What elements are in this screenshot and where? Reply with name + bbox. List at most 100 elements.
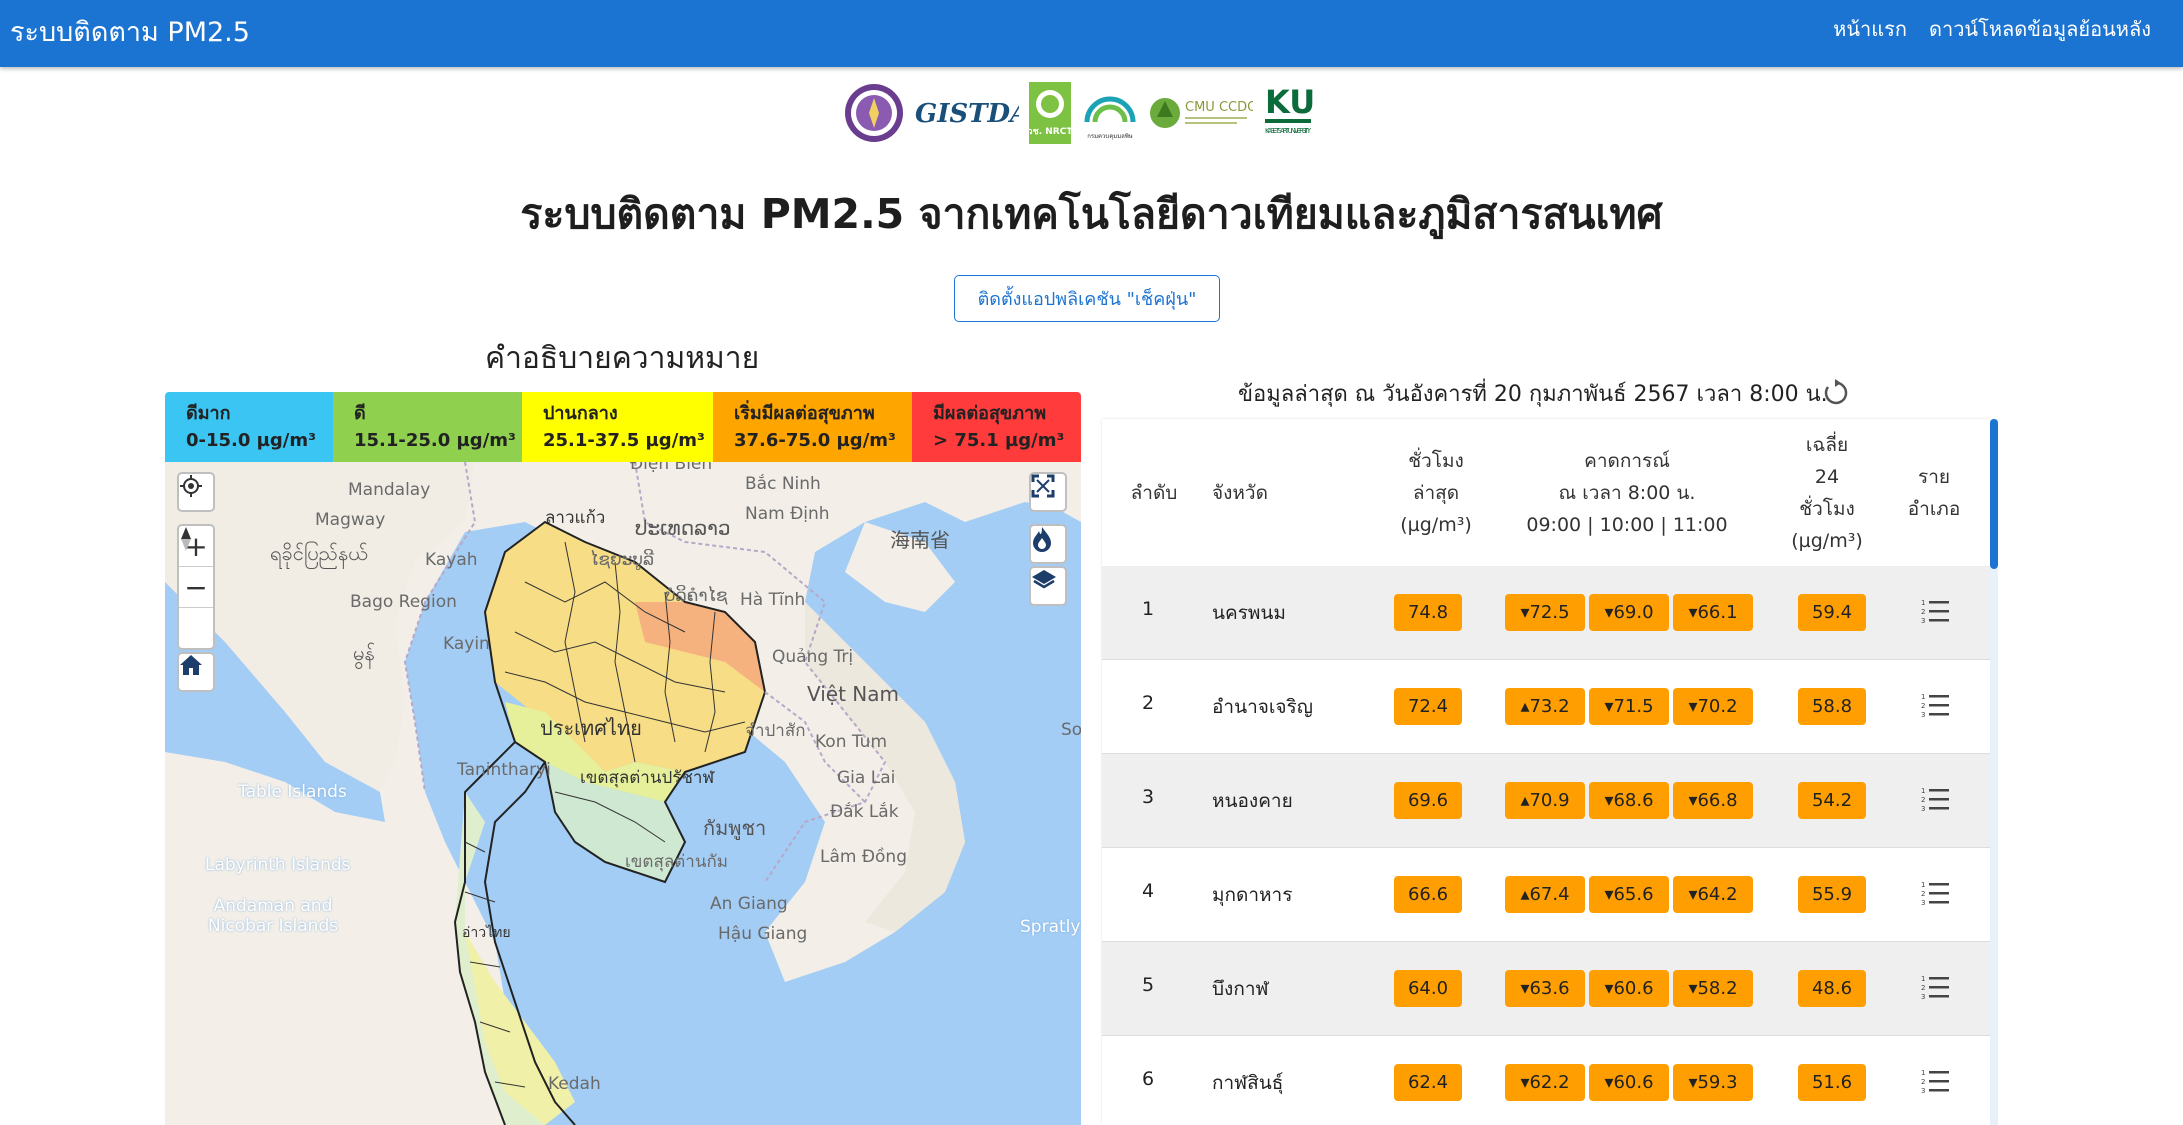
map-label-nam-dinh: Nam Định: [745, 504, 830, 524]
brand-title[interactable]: ระบบติดตาม PM2.5: [10, 10, 250, 53]
row-province[interactable]: บึงกาฬ: [1212, 974, 1269, 1004]
fire-icon: [1033, 527, 1051, 552]
map-label-kedah: Kedah: [548, 1074, 601, 1094]
nav-home-link[interactable]: หน้าแรก: [1833, 13, 1907, 45]
svg-text:1: 1: [1921, 1069, 1925, 1077]
install-app-button[interactable]: ติดตั้งแอปพลิเคชัน "เช็คฝุ่น": [954, 275, 1220, 322]
header-district-line2: อำเภอ: [1907, 498, 1961, 520]
header-district: ราย อำเภอ: [1902, 461, 1966, 525]
map-label-sultanate-a: เขตสุลต่านปรัชาฬ: [580, 768, 715, 788]
table-row[interactable]: 4 มุกดาหาร 66.6 ▴67.4 ▾65.6 ▾64.2 55.9 1 2 3: [1102, 848, 1990, 942]
svg-text:2: 2: [1921, 890, 1925, 898]
page-title: ระบบติดตาม PM2.5 จากเทคโนโลยีดาวเทียมและ…: [520, 190, 1663, 238]
svg-text:2: 2: [1921, 796, 1925, 804]
table-row[interactable]: 5 บึงกาฬ 64.0 ▾63.6 ▾60.6 ▾58.2 48.6 1 2 3: [1102, 942, 1990, 1036]
nav-download-link[interactable]: ดาวน์โหลดข้อมูลย้อนหลัง: [1929, 13, 2151, 45]
district-list-icon[interactable]: 123: [1921, 974, 1951, 1000]
map-label-hau-giang: Hậu Giang: [718, 924, 808, 944]
svg-text:1: 1: [1921, 693, 1925, 701]
layers-icon: [1032, 570, 1056, 589]
district-list-icon[interactable]: 123: [1921, 1068, 1951, 1094]
header-hourly: ชั่วโมง ล่าสุด (µg/m³): [1384, 445, 1488, 541]
map-label-cambodia: กัมพูชา: [703, 816, 767, 840]
hotspot-button[interactable]: [1029, 524, 1067, 564]
table-header: ลำดับ จังหวัด ชั่วโมง ล่าสุด (µg/m³) คาด…: [1102, 419, 1990, 567]
map-label-xaignabouli: ໄຊຍະບູລີ: [590, 550, 655, 570]
legend-starting-health-effect: เริ่มมีผลต่อสุขภาพ 37.6-75.0 µg/m³: [713, 392, 912, 462]
map-label-dien-bien: Điện Biên: [630, 462, 713, 474]
row-province[interactable]: หนองคาย: [1212, 786, 1293, 816]
legend-label: ปานกลาง: [543, 403, 618, 424]
legend-range: 37.6-75.0 µg/m³: [734, 430, 896, 451]
svg-text:3: 3: [1921, 1087, 1925, 1094]
district-list-icon[interactable]: 123: [1921, 598, 1951, 624]
locate-button[interactable]: [177, 472, 215, 512]
legend-title: คำอธิบายความหมาย: [485, 341, 760, 376]
table-row[interactable]: 1 นครพนม 74.8 ▾72.5 ▾69.0 ▾66.1 59.4 1 2 3: [1102, 566, 1990, 660]
compass-button[interactable]: [179, 527, 213, 648]
forecast-0900-badge: ▾62.2: [1505, 1064, 1585, 1101]
svg-text:3: 3: [1921, 617, 1925, 624]
district-list-icon[interactable]: 123: [1921, 786, 1951, 812]
layers-button[interactable]: [1029, 566, 1067, 606]
forecast-1100-badge: ▾58.2: [1673, 970, 1753, 1007]
pm25-map[interactable]: Mandalay Magway ရခိုင်ပြည်နယ် Bago Regio…: [165, 462, 1081, 1125]
legend-range: 25.1-37.5 µg/m³: [543, 430, 705, 451]
partner-logos: GISTDA วช. NRCT กรมควบคุมมลพิษ CMU CCDC …: [843, 78, 1315, 148]
zoom-out-button[interactable]: −: [179, 567, 213, 608]
svg-text:3: 3: [1921, 711, 1925, 718]
legend-label: ดีมาก: [186, 403, 231, 424]
forecast-0900-badge: ▴73.2: [1505, 688, 1585, 725]
home-button[interactable]: [177, 652, 215, 692]
latest-pm25-badge: 69.6: [1394, 782, 1462, 819]
nrct-logo-text: วช. NRCT: [1029, 127, 1071, 137]
table-row[interactable]: 2 อำนาจเจริญ 72.4 ▴73.2 ▾71.5 ▾70.2 58.8 1 2 3: [1102, 660, 1990, 754]
aqi-legend: ดีมาก 0-15.0 µg/m³ ดี 15.1-25.0 µg/m³ ปา…: [165, 392, 1081, 462]
row-rank: 3: [1142, 786, 1155, 808]
row-province[interactable]: กาฬสินธุ์: [1212, 1068, 1283, 1098]
map-label-rakhine: ရခိုင်ပြည်နယ်: [270, 541, 368, 565]
map-label-andaman: Andaman and Nicobar Islands: [207, 896, 339, 936]
legend-moderate: ปานกลาง 25.1-37.5 µg/m³: [522, 392, 713, 462]
pm25-ranking-table: ลำดับ จังหวัด ชั่วโมง ล่าสุด (µg/m³) คาด…: [1102, 419, 1990, 1125]
header-avg-line4: (µg/m³): [1791, 530, 1863, 552]
map-label-kayah: Kayah: [425, 550, 478, 570]
forecast-0900-badge: ▾72.5: [1505, 594, 1585, 631]
fullscreen-button[interactable]: [1029, 472, 1067, 512]
fullscreen-icon: [1031, 474, 1055, 498]
map-label-gulf: อ่าวไทย: [462, 925, 511, 941]
legend-health-effect: มีผลต่อสุขภาพ > 75.1 µg/m³: [912, 392, 1081, 462]
pcd-logo-text: กรมควบคุมมลพิษ: [1087, 133, 1133, 140]
table-row[interactable]: 3 หนองคาย 69.6 ▴70.9 ▾68.6 ▾66.8 54.2 1 2 3: [1102, 754, 1990, 848]
row-province[interactable]: นครพนม: [1212, 598, 1286, 628]
table-scrollbar[interactable]: [1990, 419, 1998, 1125]
row-rank: 4: [1142, 880, 1155, 902]
scrollbar-thumb[interactable]: [1990, 419, 1998, 569]
ku-logo-text: KU: [1265, 83, 1315, 121]
latest-update-text: ข้อมูลล่าสุด ณ วันอังคารที่ 20 กุมภาพันธ…: [1238, 382, 1828, 407]
map-label-mandalay: Mandalay: [348, 480, 431, 500]
row-province[interactable]: อำนาจเจริญ: [1212, 692, 1313, 722]
forecast-1100-badge: ▾59.3: [1673, 1064, 1753, 1101]
row-province[interactable]: มุกดาหาร: [1212, 880, 1292, 910]
map-label-magway: Magway: [315, 510, 386, 530]
svg-text:2: 2: [1921, 702, 1925, 710]
header-avg-line3: ชั่วโมง: [1799, 498, 1855, 520]
header-forecast-line1: คาดการณ์: [1584, 450, 1670, 472]
district-list-icon[interactable]: 123: [1921, 692, 1951, 718]
map-label-gia-lai: Gia Lai: [837, 768, 896, 788]
refresh-icon[interactable]: [1820, 378, 1850, 408]
map-label-quang-tri: Quảng Trị: [772, 647, 854, 667]
row-rank: 5: [1142, 974, 1155, 996]
table-row[interactable]: 6 กาฬสินธุ์ 62.4 ▾62.2 ▾60.6 ▾59.3 51.6 1 2 3: [1102, 1036, 1990, 1125]
forecast-1000-badge: ▾71.5: [1589, 688, 1669, 725]
svg-text:1: 1: [1921, 975, 1925, 983]
forecast-1000-badge: ▾68.6: [1589, 782, 1669, 819]
map-label-mon: မွန်: [353, 641, 375, 665]
latest-pm25-badge: 74.8: [1394, 594, 1462, 631]
forecast-1000-badge: ▾60.6: [1589, 970, 1669, 1007]
locate-icon: [180, 475, 202, 497]
latest-pm25-badge: 64.0: [1394, 970, 1462, 1007]
district-list-icon[interactable]: 123: [1921, 880, 1951, 906]
forecast-0900-badge: ▴70.9: [1505, 782, 1585, 819]
